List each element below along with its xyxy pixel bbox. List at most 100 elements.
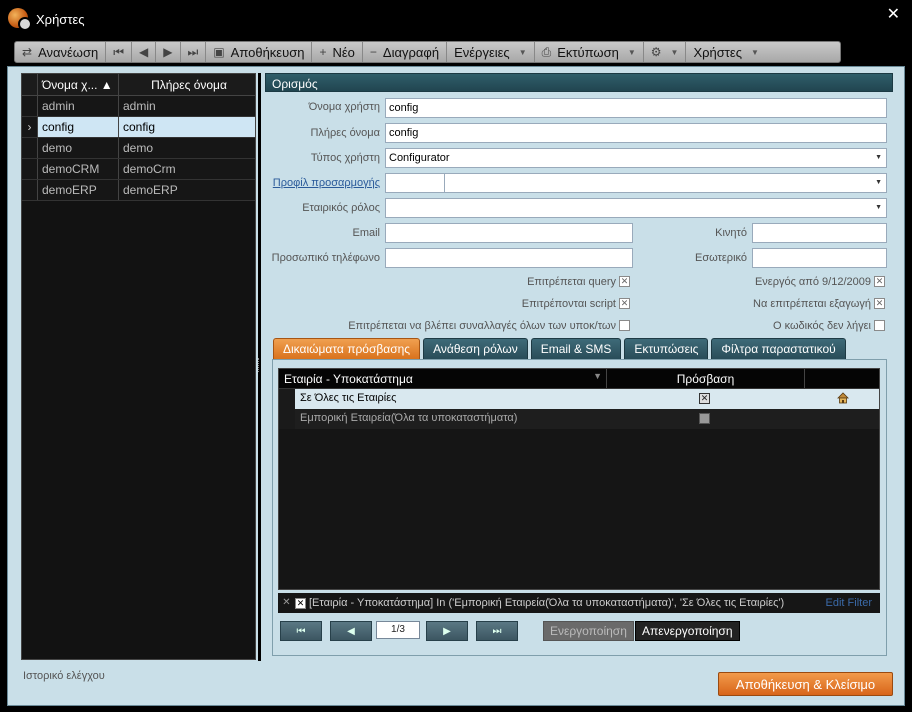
pwd-no-expire-label: Ο κωδικός δεν λήγει bbox=[772, 320, 871, 332]
audit-history-link[interactable]: Ιστορικό ελέγχου bbox=[23, 670, 105, 682]
house-icon[interactable] bbox=[837, 392, 849, 404]
username-field[interactable]: config bbox=[385, 98, 887, 118]
activate-button[interactable]: Ενεργοποίηση bbox=[543, 621, 634, 641]
access-grid: Εταιρία - Υποκατάστημα ▼ Πρόσβαση Σε Όλες… bbox=[278, 368, 880, 590]
delete-button[interactable]: − Διαγραφή bbox=[363, 42, 448, 62]
access-checkbox[interactable] bbox=[699, 413, 710, 424]
internal-field[interactable] bbox=[752, 248, 887, 268]
next-page-button[interactable]: ▶ bbox=[426, 621, 468, 641]
actions-menu[interactable]: Ενέργειες ▼ bbox=[447, 42, 535, 62]
access-checkbox[interactable]: ✕ bbox=[699, 393, 710, 404]
previous-record-button[interactable]: ◀ bbox=[132, 42, 157, 62]
next-record-button[interactable]: ▶ bbox=[156, 42, 181, 62]
next-icon: ▶ bbox=[163, 45, 173, 59]
table-row-selected[interactable]: Σε Όλες τις Εταιρίες ✕ bbox=[279, 389, 879, 409]
splitter-grip[interactable] bbox=[258, 358, 261, 372]
column-company[interactable]: Εταιρία - Υποκατάστημα ▼ bbox=[279, 369, 607, 388]
filter-enabled-checkbox[interactable]: ✕ bbox=[295, 597, 306, 609]
print-menu[interactable]: ⎙ Εκτύπωση ▼ bbox=[535, 42, 644, 62]
gear-icon: ⚙ bbox=[650, 45, 662, 59]
usertype-select[interactable]: Configurator ▼ bbox=[385, 148, 887, 168]
allow-script-label: Επιτρέπονται script bbox=[521, 298, 616, 310]
clear-filter-icon[interactable]: ✕ bbox=[281, 597, 292, 609]
usertype-label: Τύπος χρήστη bbox=[310, 152, 380, 164]
email-label: Email bbox=[352, 227, 380, 239]
column-fullname[interactable]: Πλήρες όνομα bbox=[119, 74, 255, 95]
allow-export-checkbox[interactable]: ✕ bbox=[874, 298, 885, 309]
last-page-button[interactable]: ⏭ bbox=[476, 621, 518, 641]
first-icon: ⏮ bbox=[113, 44, 125, 59]
fullname-field[interactable]: config bbox=[385, 123, 887, 143]
table-row[interactable]: demoCRM demoCrm bbox=[22, 159, 255, 180]
new-button[interactable]: + Νέο bbox=[312, 42, 363, 62]
allow-query-label: Επιτρέπεται query bbox=[527, 276, 616, 288]
previous-page-button[interactable]: ◀ bbox=[330, 621, 372, 641]
settings-menu[interactable]: ⚙ ▼ bbox=[644, 42, 687, 62]
refresh-button[interactable]: ⇄ Ανανέωση bbox=[15, 42, 107, 62]
role-label: Εταιρικός ρόλος bbox=[302, 202, 380, 214]
printer-icon: ⎙ bbox=[541, 44, 552, 59]
last-icon: ⏭ bbox=[187, 44, 199, 59]
users-grid: Όνομα χ... ▲ Πλήρες όνομα admin admin › … bbox=[21, 73, 256, 660]
tab-role-assignment[interactable]: Ανάθεση ρόλων bbox=[423, 338, 528, 360]
table-row[interactable]: admin admin bbox=[22, 96, 255, 117]
chevron-down-icon: ▼ bbox=[518, 47, 527, 57]
edit-filter-link[interactable]: Edit Filter bbox=[826, 597, 872, 609]
save-button[interactable]: ▣ Αποθήκευση bbox=[206, 42, 313, 62]
row-indicator-icon: › bbox=[22, 117, 38, 137]
tab-panel-access: Εταιρία - Υποκατάστημα ▼ Πρόσβαση Σε Όλες… bbox=[272, 359, 887, 656]
tab-access-rights[interactable]: Δικαιώματα πρόσβασης bbox=[273, 338, 421, 360]
first-page-button[interactable]: ⏮ bbox=[280, 621, 322, 641]
deactivate-button[interactable]: Απενεργοποίηση bbox=[635, 621, 740, 641]
close-icon[interactable]: ✕ bbox=[887, 4, 900, 24]
section-header: Ορισμός bbox=[265, 73, 893, 92]
personal-phone-label: Προσωπικό τηλέφωνο bbox=[271, 252, 380, 264]
role-select[interactable]: ▼ bbox=[385, 198, 887, 218]
tab-email-sms[interactable]: Email & SMS bbox=[530, 338, 622, 360]
mobile-label: Κινητό bbox=[715, 227, 747, 239]
view-all-checkbox[interactable] bbox=[619, 320, 630, 331]
chevron-down-icon: ▼ bbox=[875, 204, 882, 211]
save-and-close-button[interactable]: Αποθήκευση & Κλείσιμο bbox=[718, 672, 893, 696]
toolbar: ⇄ Ανανέωση ⏮ ◀ ▶ ⏭ ▣ Αποθήκευση + Νέο − Διαγ… bbox=[14, 41, 841, 63]
previous-icon: ◀ bbox=[139, 45, 149, 59]
allow-query-checkbox[interactable]: ✕ bbox=[619, 276, 630, 287]
personal-phone-field[interactable] bbox=[385, 248, 633, 268]
chevron-down-icon: ▼ bbox=[627, 47, 636, 57]
save-icon: ▣ bbox=[213, 45, 225, 59]
username-label: Όνομα χρήστη bbox=[308, 101, 380, 113]
pwd-no-expire-checkbox[interactable] bbox=[874, 320, 885, 331]
first-page-icon: ⏮ bbox=[296, 625, 306, 637]
last-record-button[interactable]: ⏭ bbox=[181, 42, 207, 62]
filter-icon[interactable]: ▼ bbox=[593, 371, 602, 381]
access-grid-header: Εταιρία - Υποκατάστημα ▼ Πρόσβαση bbox=[279, 369, 879, 389]
chevron-down-icon: ▼ bbox=[875, 154, 882, 161]
app-logo-icon bbox=[8, 8, 32, 31]
fullname-label: Πλήρες όνομα bbox=[310, 127, 380, 139]
mobile-field[interactable] bbox=[752, 223, 887, 243]
profile-select[interactable]: ▼ bbox=[444, 173, 887, 193]
table-row-selected[interactable]: › config config bbox=[22, 117, 255, 138]
previous-page-icon: ◀ bbox=[347, 625, 355, 637]
tab-prints[interactable]: Εκτυπώσεις bbox=[624, 338, 709, 360]
first-record-button[interactable]: ⏮ bbox=[106, 42, 133, 62]
column-access[interactable]: Πρόσβαση bbox=[607, 369, 805, 388]
title-bar: Χρήστες ✕ bbox=[0, 0, 912, 38]
minus-icon: − bbox=[369, 45, 377, 59]
table-row[interactable]: demo demo bbox=[22, 138, 255, 159]
tab-document-filters[interactable]: Φίλτρα παραστατικού bbox=[711, 338, 846, 360]
filter-bar: ✕ ✕ [Εταιρία - Υποκατάστημα] In ('Εμπορι… bbox=[278, 593, 880, 613]
users-menu[interactable]: Χρήστες ▼ bbox=[686, 42, 765, 62]
plus-icon: + bbox=[319, 45, 327, 59]
column-username[interactable]: Όνομα χ... ▲ bbox=[38, 74, 119, 95]
active-checkbox[interactable]: ✕ bbox=[874, 276, 885, 287]
table-row[interactable]: demoERP demoERP bbox=[22, 180, 255, 201]
email-field[interactable] bbox=[385, 223, 633, 243]
allow-script-checkbox[interactable]: ✕ bbox=[619, 298, 630, 309]
tab-strip: Δικαιώματα πρόσβασης Ανάθεση ρόλων Email… bbox=[273, 338, 846, 360]
filter-text: [Εταιρία - Υποκατάστημα] In ('Εμπορική Ε… bbox=[309, 597, 785, 609]
table-row[interactable]: Εμπορική Εταιρεία(Όλα τα υποκαταστήματα) bbox=[279, 409, 879, 429]
page-number-input[interactable]: 1/3 bbox=[376, 621, 420, 639]
profile-code-field[interactable] bbox=[385, 173, 445, 193]
profile-link[interactable]: Προφίλ προσαρμογής bbox=[270, 177, 380, 189]
